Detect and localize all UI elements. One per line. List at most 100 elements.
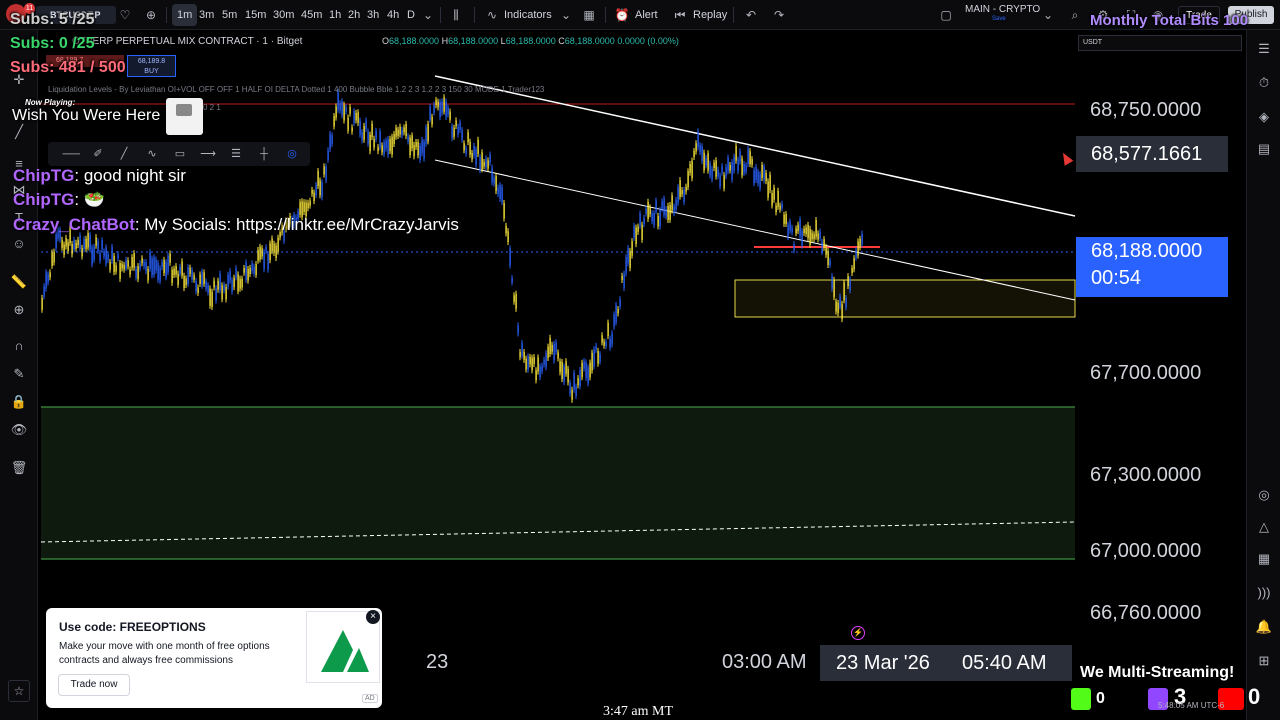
layers-icon[interactable]: ◈	[1255, 108, 1273, 126]
candle-type-icon[interactable]: ⫼	[448, 7, 464, 23]
timeframe-4h[interactable]: 4h	[387, 0, 399, 30]
apps-grid-icon[interactable]: ⊞	[1255, 652, 1273, 670]
timeframe-5m[interactable]: 5m	[222, 0, 237, 30]
target-icon[interactable]: ◎	[1255, 486, 1273, 504]
timeframe-d[interactable]: D	[407, 0, 415, 30]
horizontal-line-icon[interactable]: ⸺	[62, 146, 80, 162]
line-icon[interactable]: ╱	[116, 146, 132, 162]
watchlist-icon[interactable]: ☰	[1255, 40, 1273, 58]
indicator-legend[interactable]: Liquidation Levels - By Leviathan OI+VOL…	[48, 85, 544, 94]
favorites-star-icon[interactable]: ☆	[8, 680, 30, 702]
current-price: 68,188.0000	[1091, 240, 1203, 262]
close-icon[interactable]: ×	[366, 610, 380, 624]
candle-body	[365, 120, 367, 130]
indicators-button[interactable]: Indicators	[504, 0, 552, 30]
candle-body	[773, 187, 775, 200]
redo-icon[interactable]: ↷	[771, 7, 787, 23]
timeframe-3m[interactable]: 3m	[199, 0, 214, 30]
candle-body	[639, 213, 641, 226]
candle-body	[787, 224, 789, 238]
timeframe-1m[interactable]: 1m	[172, 4, 198, 26]
templates-icon[interactable]: ▦	[581, 7, 597, 23]
replay-button[interactable]: Replay	[693, 0, 727, 30]
quick-search-icon[interactable]: ⌕	[1067, 7, 1083, 23]
price-chart[interactable]: OTPERP PERPETUAL MIX CONTRACT · 1 · Bitg…	[38, 30, 1246, 690]
indicators-icon[interactable]: ∿	[484, 7, 500, 23]
replay-icon[interactable]: ⏮	[672, 7, 688, 23]
candle-body	[715, 160, 717, 177]
timeframe-1h[interactable]: 1h	[329, 0, 341, 30]
candle-body	[855, 250, 857, 258]
candle-body	[119, 263, 121, 279]
calendar-icon[interactable]: ▦	[1255, 550, 1273, 568]
triangle-icon[interactable]: △	[1255, 518, 1273, 536]
flash-icon[interactable]: ⚡	[851, 626, 865, 640]
candle-body	[195, 280, 197, 292]
timeframe-45m[interactable]: 45m	[301, 0, 322, 30]
chevron-down-icon[interactable]: ⌄	[1040, 7, 1056, 23]
broadcast-icon[interactable]: )))	[1255, 584, 1273, 602]
currency-select[interactable]: USDT	[1078, 35, 1242, 51]
candle-body	[705, 158, 707, 166]
candle-body	[657, 215, 659, 227]
trade-now-button[interactable]: Trade now	[58, 674, 130, 696]
chart-canvas[interactable]	[38, 30, 1246, 690]
crosshair-icon[interactable]: ┼	[256, 146, 272, 162]
candle-body	[611, 333, 613, 345]
layout-name[interactable]: MAIN - CRYPTO	[965, 4, 1040, 15]
chevron-down-icon[interactable]: ⌄	[558, 7, 574, 23]
candle-body	[41, 297, 43, 310]
pen-icon[interactable]: ✐	[90, 146, 106, 162]
candle-body	[179, 266, 181, 274]
magnet-icon[interactable]: ∩	[9, 336, 29, 356]
add-symbol-icon[interactable]: ⊕	[143, 7, 159, 23]
alerts-clock-icon[interactable]: ⏱	[1255, 74, 1273, 92]
timeframe-30m[interactable]: 30m	[273, 0, 294, 30]
rectangle-icon[interactable]: ▭	[172, 146, 188, 162]
buy-price-box[interactable]: 68,189.8 BUY	[127, 55, 176, 77]
zoom-icon[interactable]: ⊕	[9, 300, 29, 320]
candle-body	[493, 177, 495, 184]
candle-body	[775, 205, 777, 213]
candle-body	[745, 165, 747, 172]
candle-body	[475, 149, 477, 165]
emoji-icon[interactable]: ☺	[9, 234, 29, 254]
timeframe-3h[interactable]: 3h	[367, 0, 379, 30]
candle-body	[83, 239, 85, 250]
price-axis-label: 67,000.0000	[1090, 540, 1202, 562]
layout-icon[interactable]: ▢	[938, 7, 954, 23]
trendline-icon[interactable]: ╱	[9, 122, 29, 142]
undo-icon[interactable]: ↶	[743, 7, 759, 23]
chat-icon[interactable]: ▤	[1255, 140, 1273, 158]
timeframe-15m[interactable]: 15m	[245, 0, 266, 30]
trash-icon[interactable]: 🗑	[9, 458, 29, 478]
candle-body	[527, 356, 529, 370]
watchlist-heart-icon[interactable]: ♡	[117, 7, 133, 23]
alert-icon[interactable]: ⏰	[614, 7, 630, 23]
visibility-icon[interactable]: 👁	[9, 420, 29, 440]
candle-body	[165, 262, 167, 278]
more-tools-icon[interactable]: ◎	[284, 146, 300, 162]
stay-drawing-icon[interactable]: ✎	[9, 364, 29, 384]
channel-icon[interactable]: ☰	[228, 146, 244, 162]
candle-body	[217, 280, 219, 290]
candle-body	[553, 343, 555, 361]
candle-body	[541, 365, 543, 372]
candle-body	[737, 159, 739, 172]
candle-body	[161, 262, 163, 268]
current-price-tag: 68,188.0000 00:54	[1076, 237, 1228, 297]
candle-body	[343, 104, 345, 121]
ruler-icon[interactable]: 📏	[9, 272, 29, 292]
alert-button[interactable]: Alert	[635, 0, 658, 30]
candle-body	[507, 231, 509, 243]
candle-body	[243, 267, 245, 273]
buy-price: 68,189.8	[137, 58, 166, 65]
candle-body	[237, 274, 239, 292]
timeframe-2h[interactable]: 2h	[348, 0, 360, 30]
wave-icon[interactable]: ∿	[144, 146, 160, 162]
chevron-down-icon[interactable]: ⌄	[420, 7, 436, 23]
lock-icon[interactable]: 🔒	[9, 392, 29, 412]
bell-icon[interactable]: 🔔	[1255, 618, 1273, 636]
candle-body	[53, 251, 55, 263]
ray-icon[interactable]: ⟶	[200, 146, 216, 162]
